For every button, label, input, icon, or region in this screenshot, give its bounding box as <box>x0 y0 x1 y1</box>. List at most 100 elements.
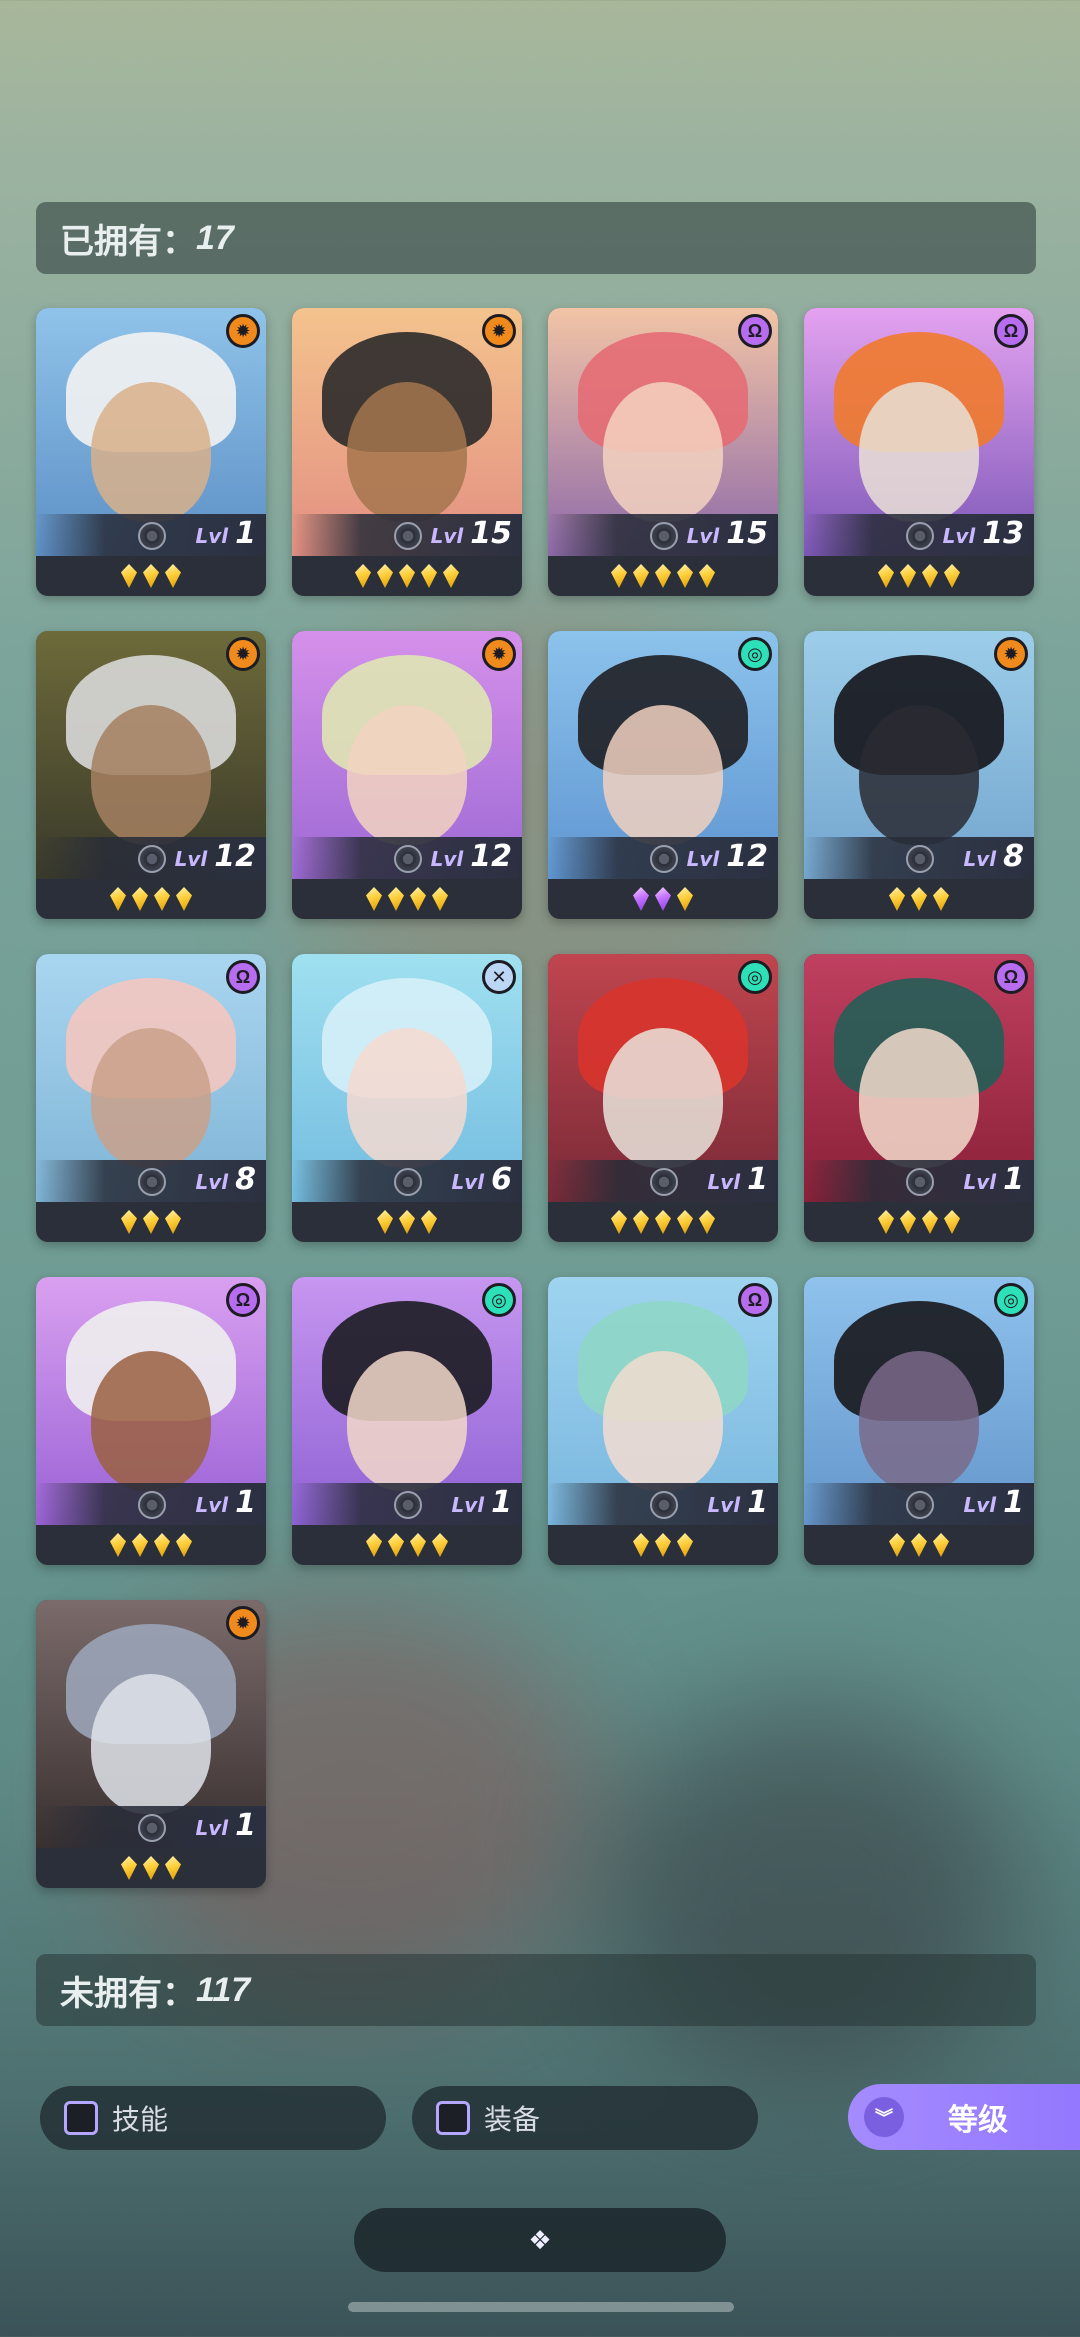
hero-face <box>91 381 211 522</box>
level-number: 1 <box>747 1485 768 1520</box>
level-prefix: Lvl <box>963 847 1004 871</box>
hero-card[interactable]: ✹ Lvl 12 <box>292 631 522 919</box>
star-rating <box>36 879 266 919</box>
star-gem-icon <box>377 1210 393 1234</box>
star-gem-icon <box>165 1210 181 1234</box>
star-gem-icon <box>154 1533 170 1557</box>
hero-card[interactable]: Ω Lvl 15 <box>548 308 778 596</box>
skill-filter[interactable]: 技能 <box>40 2086 386 2150</box>
omega-element-icon: Ω <box>226 1283 260 1317</box>
level-number: 1 <box>491 1485 512 1520</box>
sort-level-button[interactable]: ︾ 等级 <box>848 2084 1080 2150</box>
equip-checkbox[interactable] <box>436 2101 470 2135</box>
level-number: 6 <box>491 1162 512 1197</box>
level-prefix: Lvl <box>451 1170 492 1194</box>
star-gem-icon <box>911 887 927 911</box>
owned-header: 已拥有： 17 <box>36 202 1036 274</box>
star-gem-icon <box>889 887 905 911</box>
equipment-slot-icon <box>650 1168 678 1196</box>
star-rating <box>804 1525 1034 1565</box>
sort-label: 等级 <box>948 2104 1008 2137</box>
hero-level: Lvl 1 <box>708 1162 768 1197</box>
skill-checkbox[interactable] <box>64 2101 98 2135</box>
star-gem-icon <box>366 887 382 911</box>
star-gem-icon <box>410 1533 426 1557</box>
hero-card[interactable]: ✹ Lvl 8 <box>804 631 1034 919</box>
hero-card[interactable]: ✕ Lvl 6 <box>292 954 522 1242</box>
star-gem-icon <box>121 1210 137 1234</box>
level-number: 1 <box>1003 1485 1024 1520</box>
owned-label: 已拥有： <box>60 222 196 261</box>
hero-card[interactable]: Ω Lvl 13 <box>804 308 1034 596</box>
omega-element-icon: Ω <box>226 960 260 994</box>
star-gem-icon <box>410 887 426 911</box>
star-gem-icon <box>388 887 404 911</box>
hero-face <box>91 1350 211 1491</box>
hero-card[interactable]: ◎ Lvl 12 <box>548 631 778 919</box>
hero-card[interactable]: ◎ Lvl 1 <box>548 954 778 1242</box>
star-gem-icon <box>677 887 693 911</box>
hero-level: Lvl 12 <box>175 839 256 874</box>
hero-card[interactable]: Ω Lvl 1 <box>548 1277 778 1565</box>
star-rating <box>292 556 522 596</box>
level-prefix: Lvl <box>707 1493 748 1517</box>
equipment-slot-icon <box>906 1168 934 1196</box>
equip-filter[interactable]: 装备 <box>412 2086 758 2150</box>
hero-card[interactable]: Ω Lvl 1 <box>36 1277 266 1565</box>
level-number: 12 <box>470 839 512 874</box>
level-prefix: Lvl <box>686 524 727 548</box>
equipment-slot-icon <box>394 1491 422 1519</box>
level-prefix: Lvl <box>195 524 236 548</box>
star-gem-icon <box>611 564 627 588</box>
hero-face <box>347 381 467 522</box>
star-gem-icon <box>121 1856 137 1880</box>
star-gem-icon <box>176 1533 192 1557</box>
level-number: 13 <box>982 516 1024 551</box>
hero-face <box>859 1027 979 1168</box>
star-gem-icon <box>421 1210 437 1234</box>
level-prefix: Lvl <box>451 1493 492 1517</box>
equipment-slot-icon <box>650 522 678 550</box>
owned-count: 17 <box>196 218 234 257</box>
hero-card[interactable]: ✹ Lvl 15 <box>292 308 522 596</box>
omega-element-icon: Ω <box>738 1283 772 1317</box>
skill-label: 技能 <box>112 2104 169 2135</box>
equipment-slot-icon <box>394 1168 422 1196</box>
hero-card[interactable]: ✹ Lvl 1 <box>36 308 266 596</box>
unowned-count: 117 <box>196 1970 251 2009</box>
hero-card[interactable]: Ω Lvl 8 <box>36 954 266 1242</box>
star-gem-icon <box>399 1210 415 1234</box>
level-prefix: Lvl <box>707 1170 748 1194</box>
star-rating <box>292 1525 522 1565</box>
level-prefix: Lvl <box>195 1493 236 1517</box>
star-gem-icon <box>677 1210 693 1234</box>
home-indicator[interactable] <box>348 2302 734 2312</box>
star-rating <box>548 879 778 919</box>
equipment-slot-icon <box>650 1491 678 1519</box>
level-prefix: Lvl <box>174 847 215 871</box>
swirl-element-icon: ◎ <box>482 1283 516 1317</box>
hero-card[interactable]: ◎ Lvl 1 <box>804 1277 1034 1565</box>
star-gem-icon <box>121 564 137 588</box>
hero-level: Lvl 8 <box>964 839 1024 874</box>
star-rating <box>804 1202 1034 1242</box>
star-gem-icon <box>432 1533 448 1557</box>
star-gem-icon <box>143 1210 159 1234</box>
star-gem-icon <box>633 1210 649 1234</box>
hero-card[interactable]: ✹ Lvl 1 <box>36 1600 266 1888</box>
equipment-slot-icon <box>394 522 422 550</box>
hero-card[interactable]: ◎ Lvl 1 <box>292 1277 522 1565</box>
sun-element-icon: ✹ <box>482 637 516 671</box>
level-number: 1 <box>235 1485 256 1520</box>
swirl-element-icon: ◎ <box>738 960 772 994</box>
star-gem-icon <box>366 1533 382 1557</box>
level-number: 15 <box>470 516 512 551</box>
hero-face <box>91 704 211 845</box>
level-prefix: Lvl <box>942 524 983 548</box>
collapse-bar[interactable]: ❖ <box>354 2208 726 2272</box>
star-gem-icon <box>633 564 649 588</box>
sun-element-icon: ✹ <box>226 637 260 671</box>
level-number: 12 <box>214 839 256 874</box>
hero-card[interactable]: Ω Lvl 1 <box>804 954 1034 1242</box>
hero-card[interactable]: ✹ Lvl 12 <box>36 631 266 919</box>
